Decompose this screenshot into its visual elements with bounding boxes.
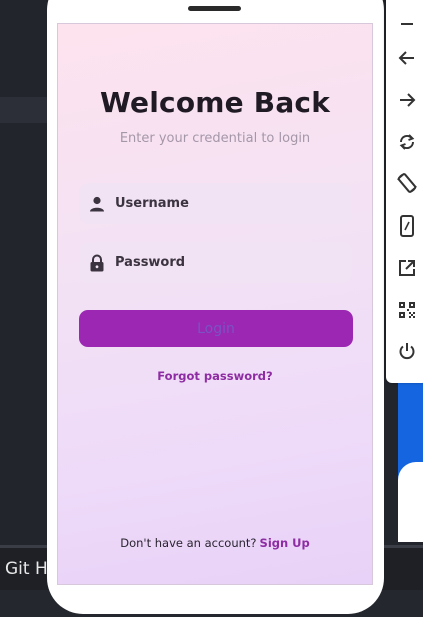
emulator-view: Git Hi Welcome Back Enter your credentia… <box>0 0 423 617</box>
page-title: Welcome Back <box>99 86 331 119</box>
rotate-device-icon[interactable] <box>396 172 418 194</box>
emulator-toolbar <box>386 0 423 383</box>
forgot-password-link[interactable]: Forgot password? <box>58 369 372 383</box>
open-external-icon[interactable] <box>396 257 418 279</box>
signup-row: Don't have an account? Sign Up <box>58 536 372 550</box>
login-button[interactable]: Login <box>79 310 353 347</box>
username-placeholder: Username <box>115 196 189 211</box>
power-icon[interactable] <box>396 340 418 362</box>
qr-code-icon[interactable] <box>396 299 418 321</box>
person-icon <box>88 195 106 213</box>
forward-icon[interactable] <box>396 89 418 111</box>
password-field[interactable]: Password <box>79 242 352 283</box>
username-field[interactable]: Username <box>79 183 352 224</box>
back-icon[interactable] <box>396 47 418 69</box>
signup-prompt: Don't have an account? <box>120 536 257 550</box>
bottom-panel-tab[interactable]: Git Hi <box>5 559 52 579</box>
signup-link[interactable]: Sign Up <box>260 536 310 550</box>
minimize-icon[interactable] <box>396 12 418 34</box>
page-subtitle: Enter your credential to login <box>119 131 311 146</box>
password-placeholder: Password <box>115 255 186 270</box>
login-screen: Welcome Back Enter your credential to lo… <box>57 23 373 585</box>
rotate-icon[interactable] <box>396 131 418 153</box>
lock-icon <box>88 254 106 272</box>
device-frame-icon[interactable] <box>396 215 418 237</box>
device-notch <box>188 6 241 11</box>
background-panel-white <box>398 462 423 542</box>
